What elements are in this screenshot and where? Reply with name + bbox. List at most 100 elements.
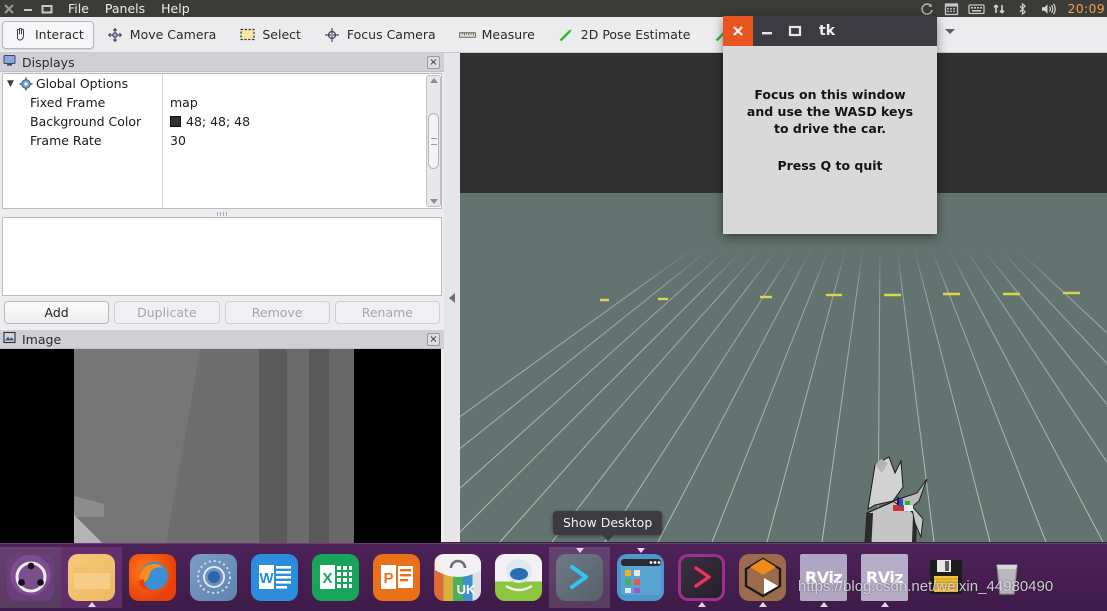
svg-text:W: W xyxy=(259,570,274,587)
remove-button[interactable]: Remove xyxy=(224,301,330,324)
close-icon[interactable]: × xyxy=(427,333,440,346)
tk-window-title: tk xyxy=(819,23,836,39)
menu-panels[interactable]: Panels xyxy=(105,1,145,16)
table-row[interactable]: Fixed Frame xyxy=(3,93,162,112)
property-values-column: map 48; 48; 48 30 xyxy=(163,74,441,208)
screen-root: File Panels Help 20:09 Interact Move Cam… xyxy=(0,0,1107,611)
dock-item-files[interactable] xyxy=(61,546,122,608)
table-row[interactable]: ▼ Global Options xyxy=(3,74,162,93)
displays-panel-title: Displays × xyxy=(0,53,444,72)
dock-item-terminator[interactable] xyxy=(671,547,732,608)
ubuntu-dash-icon xyxy=(7,553,54,601)
tool-focus-camera[interactable]: Focus Camera xyxy=(314,21,446,49)
running-indicator xyxy=(575,547,584,553)
maximize-icon[interactable] xyxy=(781,16,809,46)
sync-icon[interactable] xyxy=(920,2,935,16)
robot-car-model xyxy=(864,456,928,542)
hand-cursor-icon xyxy=(12,27,29,42)
tk-instruction-line-1: Focus on this window xyxy=(754,87,906,102)
terminal-icon xyxy=(556,553,603,601)
ubuntu-software-icon: UK xyxy=(434,553,481,601)
dock-item-libreoffice-impress[interactable]: P xyxy=(366,547,427,608)
twisty-icon[interactable]: ▼ xyxy=(5,79,16,89)
tool-measure[interactable]: Measure xyxy=(449,21,545,49)
tk-title-bar[interactable]: tk xyxy=(723,16,937,46)
tk-instruction-line-2: and use the WASD keys xyxy=(746,104,914,119)
tool-label: 2D Pose Estimate xyxy=(580,27,691,42)
dock-item-libreoffice-writer[interactable]: W xyxy=(244,547,305,608)
clock[interactable]: 20:09 xyxy=(1067,1,1105,16)
dock-item-terminal[interactable] xyxy=(549,546,610,608)
dock-item-save[interactable] xyxy=(915,547,976,608)
maximize-icon[interactable] xyxy=(40,2,54,16)
table-cell[interactable]: map xyxy=(163,93,441,112)
close-icon[interactable] xyxy=(723,16,753,46)
dock-item-rviz-1[interactable]: RViz xyxy=(793,547,854,608)
table-row[interactable]: Background Color xyxy=(3,112,162,131)
minimize-icon[interactable] xyxy=(21,2,35,16)
dock-item-system-settings[interactable] xyxy=(610,547,671,608)
network-icon[interactable] xyxy=(992,2,1007,16)
dock-item-trash[interactable] xyxy=(976,547,1037,608)
tool-label: Move Camera xyxy=(129,27,217,42)
dock-collapse-handle[interactable] xyxy=(444,53,460,542)
chevron-down-icon[interactable] xyxy=(945,29,955,34)
dock-item-libreoffice-calc[interactable]: X xyxy=(305,547,366,608)
running-indicator xyxy=(697,601,706,607)
tool-select[interactable]: Select xyxy=(229,21,311,49)
svg-text:P: P xyxy=(383,570,393,587)
dock-item-gazebo[interactable] xyxy=(732,547,793,608)
scrollbar-thumb[interactable] xyxy=(428,113,439,169)
keyboard-icon[interactable] xyxy=(968,2,986,16)
table-cell[interactable]: 30 xyxy=(163,131,441,150)
dock-item-rhythmbox[interactable] xyxy=(183,547,244,608)
gazebo-icon xyxy=(739,553,786,601)
tk-dialog-window[interactable]: tk Focus on this window and use the WASD… xyxy=(723,16,937,234)
property-name: Global Options xyxy=(36,76,129,91)
color-swatch[interactable] xyxy=(170,116,181,127)
amazon-help-icon xyxy=(495,553,542,601)
bluetooth-icon[interactable] xyxy=(1016,2,1031,16)
dock-item-amazon-help[interactable] xyxy=(488,547,549,608)
duplicate-button[interactable]: Duplicate xyxy=(114,301,220,324)
menu-file[interactable]: File xyxy=(68,1,89,16)
tool-label: Focus Camera xyxy=(346,27,436,42)
close-icon[interactable]: × xyxy=(427,56,440,69)
menu-help[interactable]: Help xyxy=(161,1,190,16)
tk-dialog-body: Focus on this window and use the WASD ke… xyxy=(723,46,937,234)
unity-launcher-dock: W X P UK RViz RViz xyxy=(0,543,1107,611)
camera-frame xyxy=(74,349,354,552)
close-icon[interactable] xyxy=(2,2,16,16)
table-cell[interactable]: 48; 48; 48 xyxy=(163,112,441,131)
displays-scrollbar[interactable] xyxy=(426,75,441,207)
ruler-icon xyxy=(458,27,476,42)
displays-property-tree[interactable]: ▼ Global Options Fixed Frame Background … xyxy=(2,73,442,209)
tool-interact[interactable]: Interact xyxy=(2,20,94,49)
dock-item-ubuntu-dash[interactable] xyxy=(0,546,61,608)
tool-move-camera[interactable]: Move Camera xyxy=(97,21,227,49)
dock-item-firefox[interactable] xyxy=(122,547,183,608)
rename-button[interactable]: Rename xyxy=(334,301,440,324)
table-row[interactable]: Frame Rate xyxy=(3,131,162,150)
dock-item-ubuntu-software[interactable]: UK xyxy=(427,547,488,608)
panel-splitter[interactable] xyxy=(0,210,444,217)
camera-image-view[interactable] xyxy=(0,349,441,552)
files-folder-icon xyxy=(68,553,115,601)
dock-item-rviz-2[interactable]: RViz xyxy=(854,547,915,608)
focus-camera-icon xyxy=(324,27,341,42)
scroll-up-icon[interactable] xyxy=(429,78,438,83)
scroll-down-icon[interactable] xyxy=(429,199,438,204)
displays-panel-label: Displays xyxy=(22,54,75,70)
image-panel-label: Image xyxy=(22,331,62,347)
tool-2d-pose-estimate[interactable]: 2D Pose Estimate xyxy=(548,21,701,49)
add-button[interactable]: Add xyxy=(4,301,110,324)
tool-label: Select xyxy=(262,27,301,42)
property-value: 30 xyxy=(170,133,186,148)
volume-icon[interactable] xyxy=(1040,2,1057,16)
display-monitor-icon xyxy=(3,54,16,70)
libreoffice-impress-icon: P xyxy=(373,553,420,601)
libreoffice-writer-icon: W xyxy=(251,553,298,601)
calendar-icon[interactable] xyxy=(944,2,959,16)
gear-icon xyxy=(19,76,33,91)
minimize-icon[interactable] xyxy=(753,16,781,46)
